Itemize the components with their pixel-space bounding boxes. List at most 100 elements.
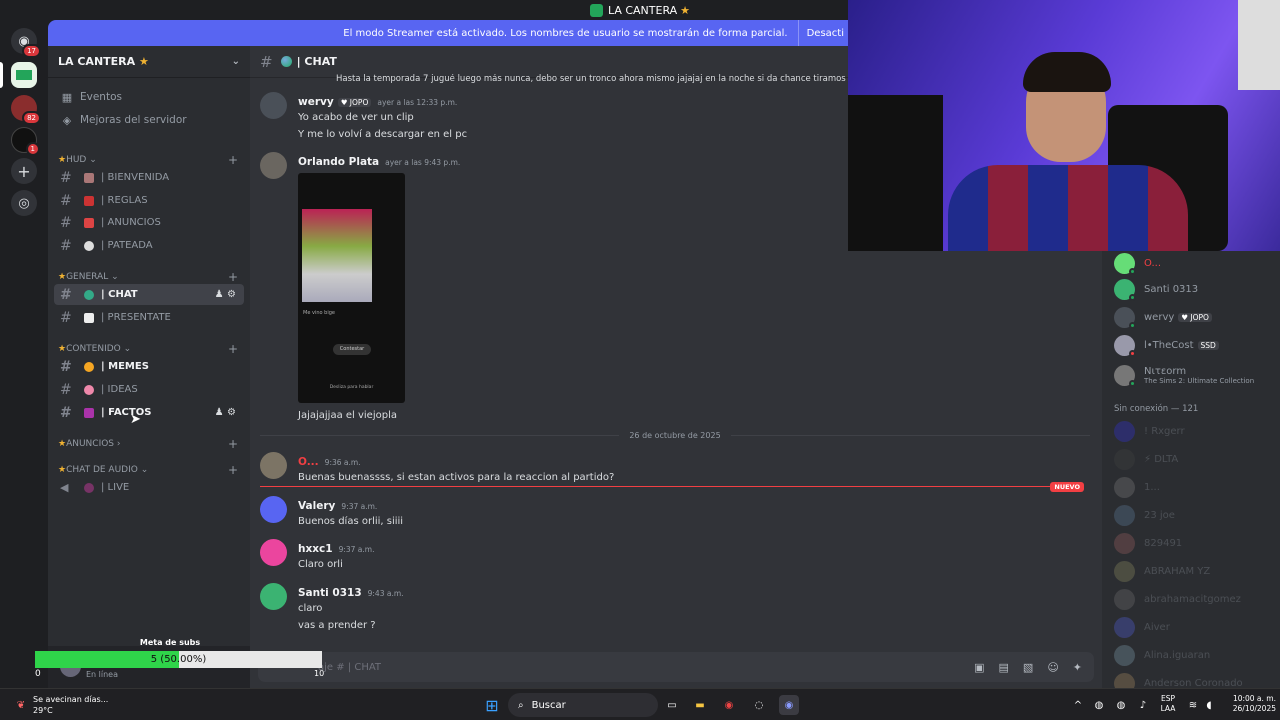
channel-settings-icon[interactable]: ♟ ⚙ [215,289,236,300]
chevron-up-icon[interactable]: ^ [1072,695,1084,715]
channel-bienvenida[interactable]: # | BIENVENIDA [54,167,244,188]
member-item[interactable]: 23 joe [1114,503,1280,527]
events-item[interactable]: ▦ Eventos [54,86,244,108]
channel-pateada[interactable]: # | PATEADA [54,235,244,256]
member-item[interactable]: 829491 [1114,531,1280,555]
windows-start-icon[interactable]: ⊞ [482,695,502,715]
tray-icon[interactable]: ◍ [1092,695,1106,715]
member-item[interactable]: Alina.iguaran [1114,643,1280,667]
member-item[interactable]: O... [1114,251,1280,275]
server-boosts-item[interactable]: ◈ Mejoras del servidor [54,109,244,131]
streamer-hair [1023,52,1111,92]
boosts-label: Mejoras del servidor [80,114,187,126]
file-explorer-icon[interactable]: ▬ [692,695,708,715]
weather-widget[interactable]: Se avecinan días... 29°C [33,694,108,716]
message-author[interactable]: wervy [298,96,334,108]
disable-streamer-button[interactable]: Desacti [797,20,848,46]
apps-icon[interactable]: ✦ [1073,661,1082,674]
channel-ideas[interactable]: # | IDEAS [54,379,244,400]
discord-taskbar-icon[interactable]: ◉ [779,695,799,715]
tray-icon[interactable]: ◍ [1114,695,1128,715]
channel-settings-icon[interactable]: ♟ ⚙ [215,407,236,418]
add-channel-icon[interactable]: + [228,342,238,356]
app-icon[interactable]: ◌ [751,695,767,715]
avatar [1114,476,1135,498]
add-channel-icon[interactable]: + [228,153,238,167]
category-anuncios[interactable]: ★ANUNCIOS › + [58,437,238,451]
image-attachment[interactable]: Me vino bige Contestar Desliza para habl… [298,173,405,403]
avatar[interactable] [260,452,287,479]
sticker-icon[interactable]: ▧ [1023,661,1033,674]
webcam-overlay [848,0,1280,251]
server-header[interactable]: LA CANTERA ★ ⌄ [48,46,250,78]
member-name: 829491 [1144,537,1183,549]
task-view-icon[interactable]: ▭ [664,695,680,715]
avatar[interactable] [260,496,287,523]
chair [848,95,943,251]
member-item[interactable]: l•TheCost SSD [1114,333,1280,357]
channel-live[interactable]: ◀ | LIVE [54,477,244,498]
member-item[interactable]: Nιτεorm The Sims 2: Ultimate Collection [1114,361,1280,389]
compass-icon[interactable]: ◎ [11,190,37,216]
direct-messages-button[interactable]: ◉ 17 [11,28,41,58]
member-item[interactable]: Santi 0313 [1114,277,1280,301]
member-item[interactable]: ABRAHAM YZ [1114,559,1280,583]
category-general[interactable]: ★GENERAL ⌄ + [58,270,238,284]
emoji-icon[interactable]: ☺ [1047,661,1058,674]
add-server-icon[interactable]: + [11,158,37,184]
message-time: ayer a las 12:33 p.m. [377,98,458,107]
category-contenido[interactable]: ★CONTENIDO ⌄ + [58,342,238,356]
avatar[interactable] [260,539,287,566]
gift-icon[interactable]: ▣ [974,661,984,674]
avatar[interactable] [260,152,287,179]
member-item[interactable]: wervy ♥ JOPO [1114,305,1280,329]
category-chat-de-audio[interactable]: ★CHAT DE AUDIO ⌄ + [58,463,238,477]
server-3[interactable]: 1 [11,127,40,156]
taskbar-search[interactable]: ⌕ Buscar [508,693,658,717]
channel-chat[interactable]: # | CHAT ♟ ⚙ [54,284,244,305]
star-icon: ★ [139,55,149,68]
add-channel-icon[interactable]: + [228,463,238,477]
language-indicator[interactable]: ESP LAA [1156,694,1180,714]
chrome-icon[interactable]: ◉ [721,695,737,715]
volume-icon[interactable]: ◖ [1202,695,1216,715]
message-author[interactable]: Santi 0313 [298,587,362,599]
globe-icon [280,56,292,67]
channel-emoji [84,172,94,183]
events-label: Eventos [80,91,122,103]
microphone-icon[interactable]: ♪ [1136,695,1150,715]
server-2[interactable]: 82 [11,95,41,125]
member-item[interactable]: ! Rxgerr [1114,419,1280,443]
channel-memes[interactable]: # | MEMES [54,356,244,377]
message-author[interactable]: Orlando Plata [298,156,379,168]
add-channel-icon[interactable]: + [228,270,238,284]
message-input[interactable]: aje # | CHAT ▣ ▤ ▧ ☺ ✦ [258,652,1094,682]
avatar[interactable] [260,92,287,119]
server-la-cantera[interactable] [11,62,37,88]
member-item[interactable]: abrahamacitgomez [1114,587,1280,611]
add-channel-icon[interactable]: + [228,437,238,451]
message-author[interactable]: O... [298,456,319,468]
gif-icon[interactable]: ▤ [999,661,1009,674]
channel-emoji [84,384,94,395]
member-item[interactable]: Aiver [1114,615,1280,639]
avatar [1114,504,1135,526]
wifi-icon[interactable]: ≋ [1186,695,1200,715]
message-author[interactable]: hxxc1 [298,543,333,555]
channel-emoji [84,217,94,228]
message-author[interactable]: Valery [298,500,335,512]
member-name: l•TheCost [1144,339,1194,351]
member-item[interactable]: 1... [1114,475,1280,499]
category-hud[interactable]: ★HUD ⌄ + [58,153,238,167]
avatar[interactable] [260,583,287,610]
channel-factos[interactable]: # | FACTOS ♟ ⚙ [54,402,244,423]
member-item[interactable]: ⚡ DLTA [1114,447,1280,471]
star-icon: ★ [58,155,67,165]
channel-presentate[interactable]: # | PRESENTATE [54,307,244,328]
weather-icon[interactable]: ❦ [12,695,30,715]
clock[interactable]: 10:00 a. m. 26/10/2025 [1222,694,1276,714]
avatar [1114,420,1135,442]
channel-reglas[interactable]: # | REGLAS [54,190,244,211]
search-icon: ⌕ [518,699,524,711]
channel-anuncios[interactable]: # | ANUNCIOS [54,212,244,233]
